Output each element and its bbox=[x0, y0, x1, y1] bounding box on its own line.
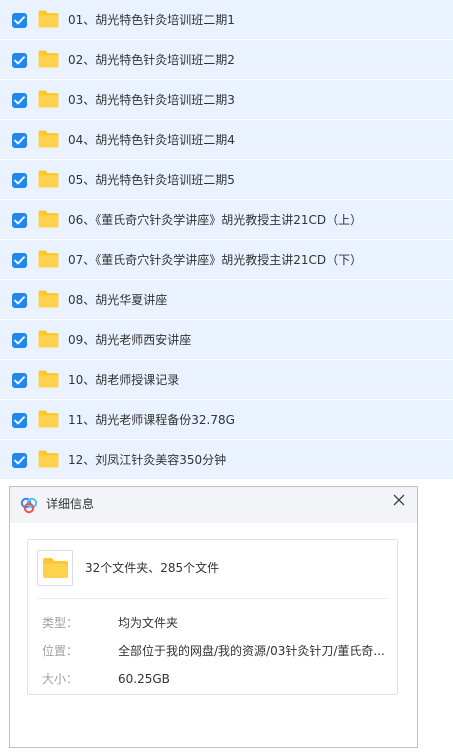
list-item-label: 07、《董氏奇穴针灸学讲座》胡光教授主讲21CD（下） bbox=[68, 253, 363, 267]
list-item-label: 05、胡光特色针灸培训班二期5 bbox=[68, 173, 235, 187]
list-item[interactable]: 12、刘凤江针灸美容350分钟 bbox=[0, 440, 453, 480]
details-card: 32个文件夹、285个文件 类型： 均为文件夹 位置： 全部位于我的网盘/我的资… bbox=[27, 539, 398, 695]
list-item-label: 02、胡光特色针灸培训班二期2 bbox=[68, 53, 235, 67]
checkbox-checked-icon[interactable] bbox=[12, 133, 27, 148]
selection-summary: 32个文件夹、285个文件 bbox=[85, 561, 220, 575]
folder-icon bbox=[38, 370, 59, 388]
list-item[interactable]: 01、胡光特色针灸培训班二期1 bbox=[0, 0, 453, 40]
list-item[interactable]: 10、胡老师授课记录 bbox=[0, 360, 453, 400]
folder-icon bbox=[38, 130, 59, 148]
checkbox-checked-icon[interactable] bbox=[12, 333, 27, 348]
list-item-label: 04、胡光特色针灸培训班二期4 bbox=[68, 133, 235, 147]
location-label: 位置： bbox=[42, 644, 79, 658]
list-item-label: 11、胡光老师课程备份32.78G bbox=[68, 413, 235, 427]
list-item-label: 06、《董氏奇穴针灸学讲座》胡光教授主讲21CD（上） bbox=[68, 213, 363, 227]
folder-icon bbox=[38, 10, 59, 28]
checkbox-checked-icon[interactable] bbox=[12, 173, 27, 188]
divider bbox=[37, 598, 388, 599]
checkbox-checked-icon[interactable] bbox=[12, 253, 27, 268]
type-label: 类型： bbox=[42, 616, 79, 630]
checkbox-checked-icon[interactable] bbox=[12, 13, 27, 28]
list-item[interactable]: 08、胡光华夏讲座 bbox=[0, 280, 453, 320]
list-item-label: 03、胡光特色针灸培训班二期3 bbox=[68, 93, 235, 107]
list-item-label: 08、胡光华夏讲座 bbox=[68, 293, 168, 307]
folder-icon bbox=[38, 250, 59, 268]
folder-icon bbox=[38, 450, 59, 468]
checkbox-checked-icon[interactable] bbox=[12, 53, 27, 68]
folder-icon bbox=[38, 210, 59, 228]
list-item[interactable]: 05、胡光特色针灸培训班二期5 bbox=[0, 160, 453, 200]
file-list: 01、胡光特色针灸培训班二期1 02、胡光特色针灸培训班二期2 03、胡光特色针灸培… bbox=[0, 0, 453, 480]
list-item[interactable]: 07、《董氏奇穴针灸学讲座》胡光教授主讲21CD（下） bbox=[0, 240, 453, 280]
checkbox-checked-icon[interactable] bbox=[12, 413, 27, 428]
dialog-title: 详细信息 bbox=[46, 497, 95, 511]
baidu-netdisk-logo-icon bbox=[20, 497, 38, 514]
info-row-size: 大小： 60.25GB bbox=[42, 669, 392, 689]
details-dialog: 详细信息 32个文件夹、285个文件 类型： 均为文件夹 位置： 全部位于我的网… bbox=[9, 486, 418, 748]
folder-icon bbox=[38, 170, 59, 188]
list-item-label: 01、胡光特色针灸培训班二期1 bbox=[68, 13, 235, 27]
list-item-label: 09、胡光老师西安讲座 bbox=[68, 333, 192, 347]
info-row-type: 类型： 均为文件夹 bbox=[42, 613, 392, 633]
list-item-label: 10、胡老师授课记录 bbox=[68, 373, 180, 387]
folder-icon bbox=[38, 330, 59, 348]
checkbox-checked-icon[interactable] bbox=[12, 453, 27, 468]
list-item-label: 12、刘凤江针灸美容350分钟 bbox=[68, 453, 227, 467]
size-label: 大小： bbox=[42, 672, 79, 686]
folder-icon bbox=[43, 558, 68, 578]
folder-icon bbox=[38, 290, 59, 308]
size-value: 60.25GB bbox=[118, 672, 170, 686]
list-item[interactable]: 06、《董氏奇穴针灸学讲座》胡光教授主讲21CD（上） bbox=[0, 200, 453, 240]
checkbox-checked-icon[interactable] bbox=[12, 373, 27, 388]
checkbox-checked-icon[interactable] bbox=[12, 293, 27, 308]
list-item[interactable]: 09、胡光老师西安讲座 bbox=[0, 320, 453, 360]
list-item[interactable]: 04、胡光特色针灸培训班二期4 bbox=[0, 120, 453, 160]
location-value: 全部位于我的网盘/我的资源/03针灸针刀/董氏奇... bbox=[118, 644, 385, 658]
list-item[interactable]: 02、胡光特色针灸培训班二期2 bbox=[0, 40, 453, 80]
folder-icon bbox=[38, 90, 59, 108]
checkbox-checked-icon[interactable] bbox=[12, 213, 27, 228]
list-item[interactable]: 11、胡光老师课程备份32.78G bbox=[0, 400, 453, 440]
close-icon[interactable] bbox=[389, 490, 409, 510]
type-value: 均为文件夹 bbox=[118, 616, 179, 630]
folder-icon bbox=[38, 50, 59, 68]
checkbox-checked-icon[interactable] bbox=[12, 93, 27, 108]
folder-thumbnail bbox=[37, 550, 73, 586]
dialog-header: 详细信息 bbox=[10, 487, 417, 523]
info-row-location: 位置： 全部位于我的网盘/我的资源/03针灸针刀/董氏奇... bbox=[42, 641, 392, 661]
list-item[interactable]: 03、胡光特色针灸培训班二期3 bbox=[0, 80, 453, 120]
folder-icon bbox=[38, 410, 59, 428]
